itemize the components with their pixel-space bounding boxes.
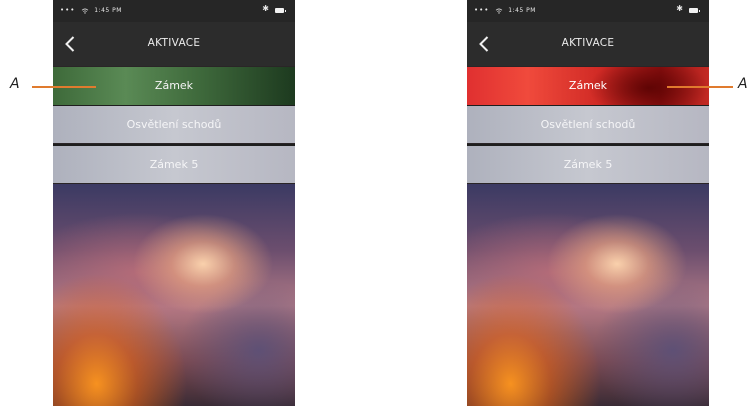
signal-dots: •••: [60, 6, 76, 14]
callout-line-left: [32, 86, 96, 88]
activation-item-zamek-5[interactable]: Zámek 5: [53, 146, 295, 183]
callout-line-right: [667, 86, 733, 88]
battery-icon: [689, 8, 700, 13]
page-title: AKTIVACE: [147, 37, 201, 49]
phone-screen-right: ••• 1:45 PM ✱ AKTIVACE Zámek Osvětlení s…: [467, 0, 709, 406]
status-time: 1:45 PM: [508, 7, 536, 14]
status-bar: ••• 1:45 PM ✱: [53, 0, 295, 22]
battery-icon: [275, 8, 286, 13]
bluetooth-icon: ✱: [676, 4, 683, 13]
blurred-background: [53, 184, 295, 406]
activation-item-zamek-5[interactable]: Zámek 5: [467, 146, 709, 183]
activation-item-osvetleni[interactable]: Osvětlení schodů: [53, 106, 295, 143]
signal-dots: •••: [474, 6, 490, 14]
callout-label-left: A: [10, 76, 20, 92]
nav-bar: AKTIVACE: [53, 22, 295, 66]
nav-bar: AKTIVACE: [467, 22, 709, 66]
page-title: AKTIVACE: [561, 37, 615, 49]
status-bar: ••• 1:45 PM ✱: [467, 0, 709, 22]
wifi-icon: [81, 8, 89, 14]
activation-item-osvetleni[interactable]: Osvětlení schodů: [467, 106, 709, 143]
status-time: 1:45 PM: [94, 7, 122, 14]
wifi-icon: [495, 8, 503, 14]
phone-screen-left: ••• 1:45 PM ✱ AKTIVACE Zámek Osvětlení s…: [53, 0, 295, 406]
callout-label-right: A: [738, 76, 748, 92]
bluetooth-icon: ✱: [262, 4, 269, 13]
blurred-background: [467, 184, 709, 406]
